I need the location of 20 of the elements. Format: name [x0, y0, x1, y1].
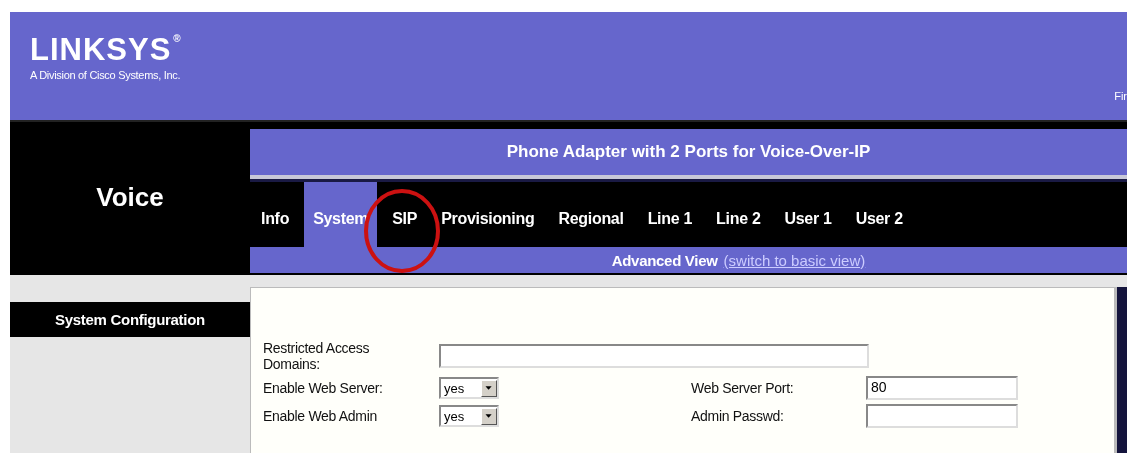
tagline: A Division of Cisco Systems, Inc.: [30, 69, 182, 81]
view-label: Advanced View: [611, 251, 718, 269]
caret-icon: [481, 379, 497, 397]
field-label: Enable Web Server:: [263, 380, 384, 397]
dropdown[interactable]: yes: [439, 405, 499, 428]
header-text: Fir: [1114, 90, 1127, 102]
field-label: Admin Passwd:: [691, 408, 785, 425]
field-label: Web Server Port:: [691, 380, 795, 397]
sidebar-heading: System Configuration: [10, 302, 250, 337]
logo: LINKSYS®: [30, 34, 182, 65]
input-field[interactable]: 80: [866, 376, 1018, 401]
input-field[interactable]: [866, 404, 1018, 429]
field-label: Enable Web Admin: [263, 408, 378, 425]
product-title: Phone Adapter with 2 Ports for Voice-Over-IP: [506, 142, 871, 162]
input-field[interactable]: [439, 344, 869, 369]
caret-icon: [481, 407, 497, 425]
dropdown[interactable]: yes: [439, 377, 499, 400]
section-title: Voice: [96, 182, 164, 214]
field-label: Restricted Access Domains:: [263, 340, 371, 373]
tab[interactable]: System: [304, 182, 378, 247]
